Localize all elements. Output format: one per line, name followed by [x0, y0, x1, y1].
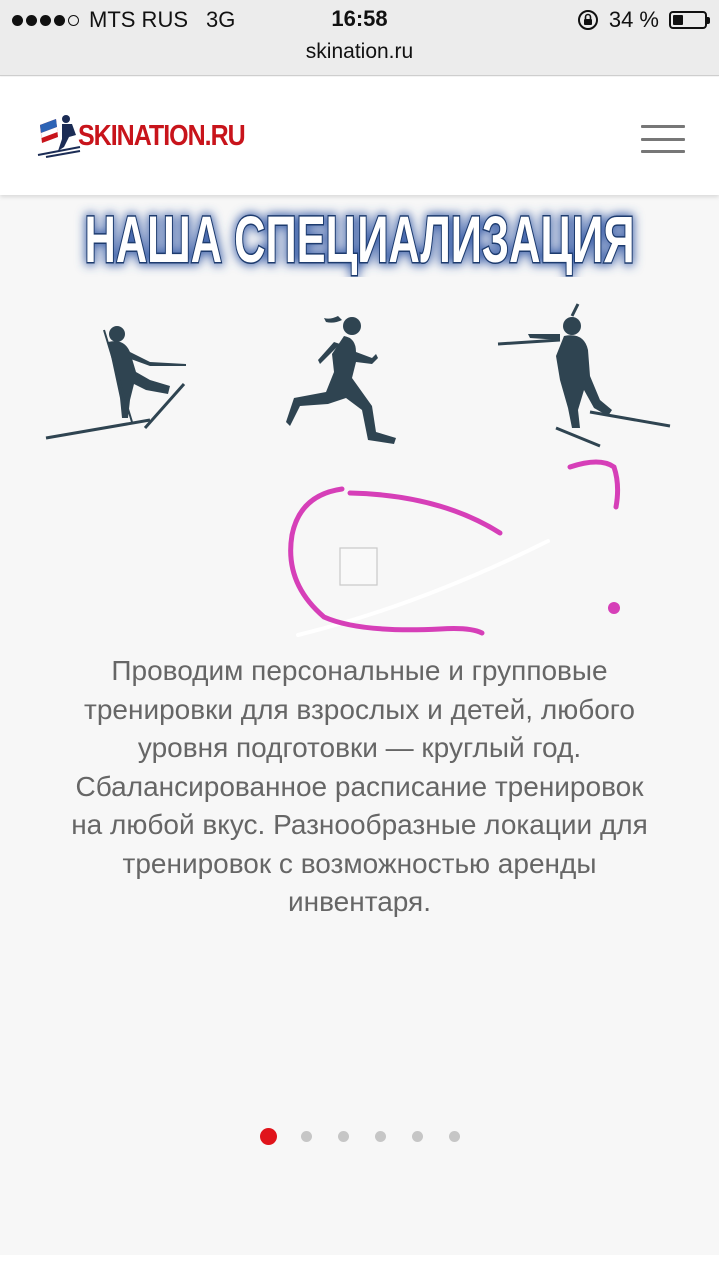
biathlete-icon — [497, 303, 671, 448]
specialization-icons — [0, 300, 719, 460]
address-bar-url[interactable]: skination.ru — [0, 40, 719, 64]
carousel-dot[interactable] — [374, 1131, 386, 1142]
page-footer-edge — [0, 1255, 719, 1280]
handwritten-annotation — [288, 459, 621, 637]
battery-percent: 34 % — [608, 7, 659, 32]
section-title: НАША СПЕЦИАЛИЗАЦИЯ НАША СПЕЦИАЛИЗАЦИЯ — [0, 197, 719, 279]
description-line: тренировок с возможностью аренды — [122, 847, 597, 879]
description-line: инвентаря. — [288, 886, 431, 917]
ios-status-bar: MTS RUS 3G 16:58 34 % skination.ru — [0, 0, 719, 76]
carousel-dot[interactable] — [448, 1131, 460, 1142]
logo-text: SKINATION.RU — [78, 119, 246, 152]
battery-icon — [669, 11, 710, 29]
section-title-text: НАША СПЕЦИАЛИЗАЦИЯ — [85, 202, 635, 276]
section-description: Проводим персональные и групповые тренир… — [22, 652, 697, 922]
carousel-dot[interactable] — [300, 1131, 312, 1142]
menu-button[interactable] — [641, 125, 685, 153]
carousel-pagination — [0, 1128, 719, 1145]
description-line: тренировки для взрослых и детей, любого — [84, 693, 635, 725]
battery-level-fill — [673, 15, 683, 25]
description-line: уровня подготовки — круглый год. — [137, 732, 582, 763]
skier-logo-icon — [37, 115, 81, 158]
cross-country-skier-icon — [45, 326, 186, 440]
orientation-lock-icon — [577, 10, 598, 30]
site-header: SKINATION.RU — [0, 77, 719, 195]
carousel-dot[interactable] — [411, 1131, 423, 1142]
runner-icon — [286, 316, 396, 444]
carousel-dot[interactable] — [337, 1131, 349, 1142]
description-line: на любой вкус. Разнообразные локации для — [71, 809, 648, 840]
description-line: Сбалансированное расписание тренировок — [75, 770, 644, 802]
site-logo[interactable]: SKINATION.RU — [36, 113, 246, 159]
description-line: Проводим персональные и групповые — [111, 655, 608, 686]
carousel-dot[interactable] — [259, 1128, 277, 1145]
hamburger-icon — [641, 125, 685, 128]
